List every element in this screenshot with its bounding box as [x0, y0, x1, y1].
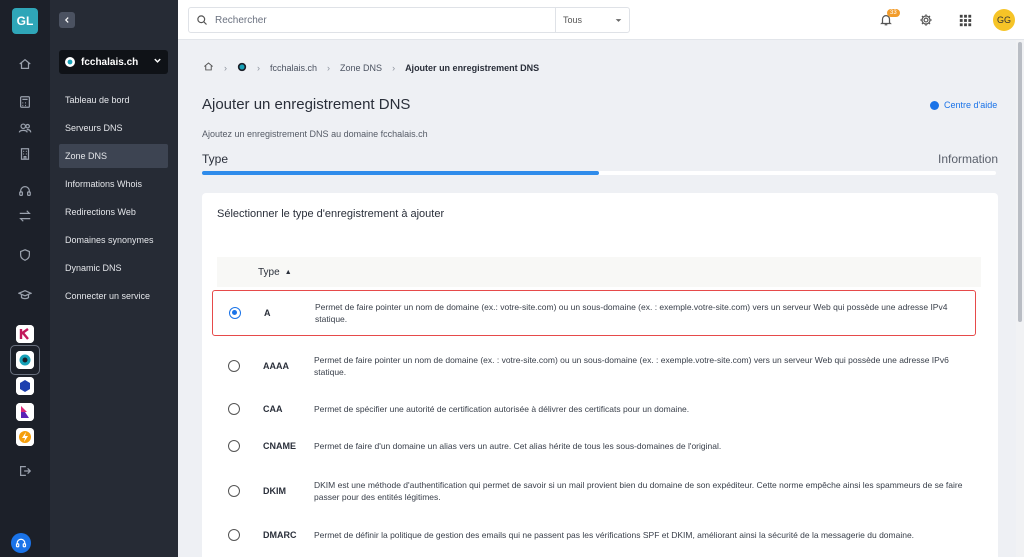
- step-progress-fill: [202, 171, 599, 175]
- support-chat-icon[interactable]: [11, 533, 31, 553]
- record-type-description: Permet de définir la politique de gestio…: [314, 530, 915, 540]
- logout-icon[interactable]: [17, 463, 33, 479]
- search-filter-value: Tous: [563, 15, 583, 25]
- scrollbar-thumb[interactable]: [1018, 42, 1022, 322]
- home-icon[interactable]: [17, 56, 33, 72]
- domain-selector[interactable]: fcchalais.ch: [59, 50, 168, 74]
- breadcrumb-separator-icon: ›: [257, 62, 260, 73]
- record-type-name: AAAA: [263, 361, 289, 371]
- sidebar-nav: Tableau de bord Serveurs DNS Zone DNS In…: [59, 88, 168, 312]
- search-icon: [189, 14, 215, 26]
- record-type-description: Permet de faire pointer un nom de domain…: [315, 302, 948, 324]
- headset-icon[interactable]: [17, 183, 33, 199]
- table-row[interactable]: DMARC Permet de définir la politique de …: [212, 518, 976, 552]
- breadcrumb-separator-icon: ›: [224, 62, 227, 73]
- graduation-icon[interactable]: [17, 287, 33, 303]
- page-title: Ajouter un enregistrement DNS: [202, 96, 411, 113]
- record-type-radio[interactable]: [228, 529, 240, 541]
- top-bar: Tous 33 GG: [178, 0, 1024, 40]
- step-type-label: Type: [202, 152, 229, 166]
- cube-app-icon[interactable]: [16, 377, 34, 395]
- sort-ascending-icon: ▲: [284, 268, 292, 276]
- breadcrumb-separator-icon: ›: [327, 62, 331, 73]
- breadcrumb-domain-link[interactable]: fcchalais.ch: [270, 63, 317, 73]
- transfer-icon[interactable]: [17, 208, 33, 224]
- sidebar-item-whois[interactable]: Informations Whois: [59, 172, 168, 196]
- breadcrumb-separator-icon: ›: [392, 62, 396, 73]
- record-type-radio[interactable]: [228, 440, 240, 452]
- record-type-description: Permet de spécifier une autorité de cert…: [314, 404, 690, 414]
- record-type-name: CAA: [263, 404, 283, 414]
- main-content: › › fcchalais.ch › Zone DNS › Ajouter un…: [178, 40, 1016, 557]
- brand-logo[interactable]: GL: [12, 8, 38, 34]
- collapse-sidebar-button[interactable]: [59, 12, 75, 28]
- sidebar-item-dns-zone[interactable]: Zone DNS: [59, 144, 168, 168]
- breadcrumb-dns-zone-link[interactable]: Zone DNS: [340, 63, 382, 73]
- column-header-type: Type: [258, 266, 280, 278]
- table-row[interactable]: CNAME Permet de faire d'un domaine un al…: [212, 429, 976, 463]
- record-type-name: DMARC: [263, 530, 297, 540]
- search-input[interactable]: [215, 14, 555, 26]
- table-row[interactable]: CAA Permet de spécifier une autorité de …: [212, 392, 976, 426]
- notifications-button[interactable]: 33: [878, 9, 900, 28]
- sidebar-item-dns-servers[interactable]: Serveurs DNS: [59, 116, 168, 140]
- gear-icon: [920, 14, 932, 26]
- record-type-name: A: [264, 308, 271, 318]
- search-bar: Tous: [188, 7, 630, 33]
- sidebar-item-domain-aliases[interactable]: Domaines synonymes: [59, 228, 168, 252]
- help-icon: [930, 100, 939, 110]
- breadcrumb-current: Ajouter un enregistrement DNS: [405, 62, 540, 73]
- user-avatar[interactable]: GG: [993, 9, 1015, 31]
- record-type-description: Permet de faire d'un domaine un alias ve…: [314, 441, 722, 451]
- record-type-radio[interactable]: [228, 360, 240, 372]
- card-title: Sélectionner le type d'enregistrement à …: [217, 208, 445, 220]
- record-type-card: Sélectionner le type d'enregistrement à …: [202, 193, 998, 557]
- page-subtitle: Ajoutez un enregistrement DNS au domaine…: [202, 129, 428, 139]
- home-icon[interactable]: [203, 61, 214, 74]
- flag-app-icon[interactable]: [16, 403, 34, 421]
- notification-count-badge: 33: [887, 9, 900, 17]
- record-type-description: DKIM est une méthode d'authentification …: [314, 480, 963, 502]
- chevron-left-icon: [64, 17, 69, 23]
- table-row[interactable]: AAAA Permet de faire pointer un nom de d…: [212, 343, 976, 389]
- sidebar-item-dashboard[interactable]: Tableau de bord: [59, 88, 168, 112]
- app-rail: GL: [0, 0, 50, 557]
- lightning-app-icon[interactable]: [16, 428, 34, 446]
- users-icon[interactable]: [17, 120, 33, 136]
- chevron-down-icon: [153, 56, 162, 68]
- apps-menu-button[interactable]: [957, 12, 973, 28]
- record-type-description: Permet de faire pointer un nom de domain…: [314, 355, 949, 377]
- table-header[interactable]: Type ▲: [217, 257, 981, 287]
- sidebar-item-web-redirects[interactable]: Redirections Web: [59, 200, 168, 224]
- domain-selector-label: fcchalais.ch: [81, 56, 139, 68]
- product-icon[interactable]: [237, 62, 247, 74]
- caret-down-icon: [615, 18, 622, 22]
- sidebar-item-dynamic-dns[interactable]: Dynamic DNS: [59, 256, 168, 280]
- shield-icon[interactable]: [17, 247, 33, 263]
- table-row[interactable]: A Permet de faire pointer un nom de doma…: [212, 290, 976, 336]
- help-center-label: Centre d'aide: [944, 100, 998, 110]
- calculator-icon[interactable]: [17, 94, 33, 110]
- record-type-name: DKIM: [263, 486, 286, 496]
- record-type-radio[interactable]: [228, 485, 240, 497]
- record-type-radio[interactable]: [228, 403, 240, 415]
- sidebar-item-connect-service[interactable]: Connecter un service: [59, 284, 168, 308]
- table-row[interactable]: DKIM DKIM est une méthode d'authentifica…: [212, 468, 976, 514]
- record-type-radio[interactable]: [229, 307, 241, 319]
- record-type-name: CNAME: [263, 441, 296, 451]
- domains-app-icon[interactable]: [16, 351, 34, 369]
- domain-icon: [65, 57, 75, 67]
- page-scrollbar[interactable]: [1016, 40, 1024, 557]
- settings-button[interactable]: [918, 12, 934, 28]
- product-sidebar: fcchalais.ch Tableau de bord Serveurs DN…: [50, 0, 178, 557]
- search-filter-select[interactable]: Tous: [555, 8, 629, 32]
- app-k-icon[interactable]: [16, 325, 34, 343]
- building-icon[interactable]: [17, 146, 33, 162]
- step-progress-bar: [202, 171, 996, 175]
- grid-icon: [959, 14, 971, 26]
- help-center-link[interactable]: Centre d'aide: [930, 100, 997, 110]
- step-information-label: Information: [938, 152, 999, 166]
- breadcrumb: › › fcchalais.ch › Zone DNS › Ajouter un…: [203, 61, 539, 74]
